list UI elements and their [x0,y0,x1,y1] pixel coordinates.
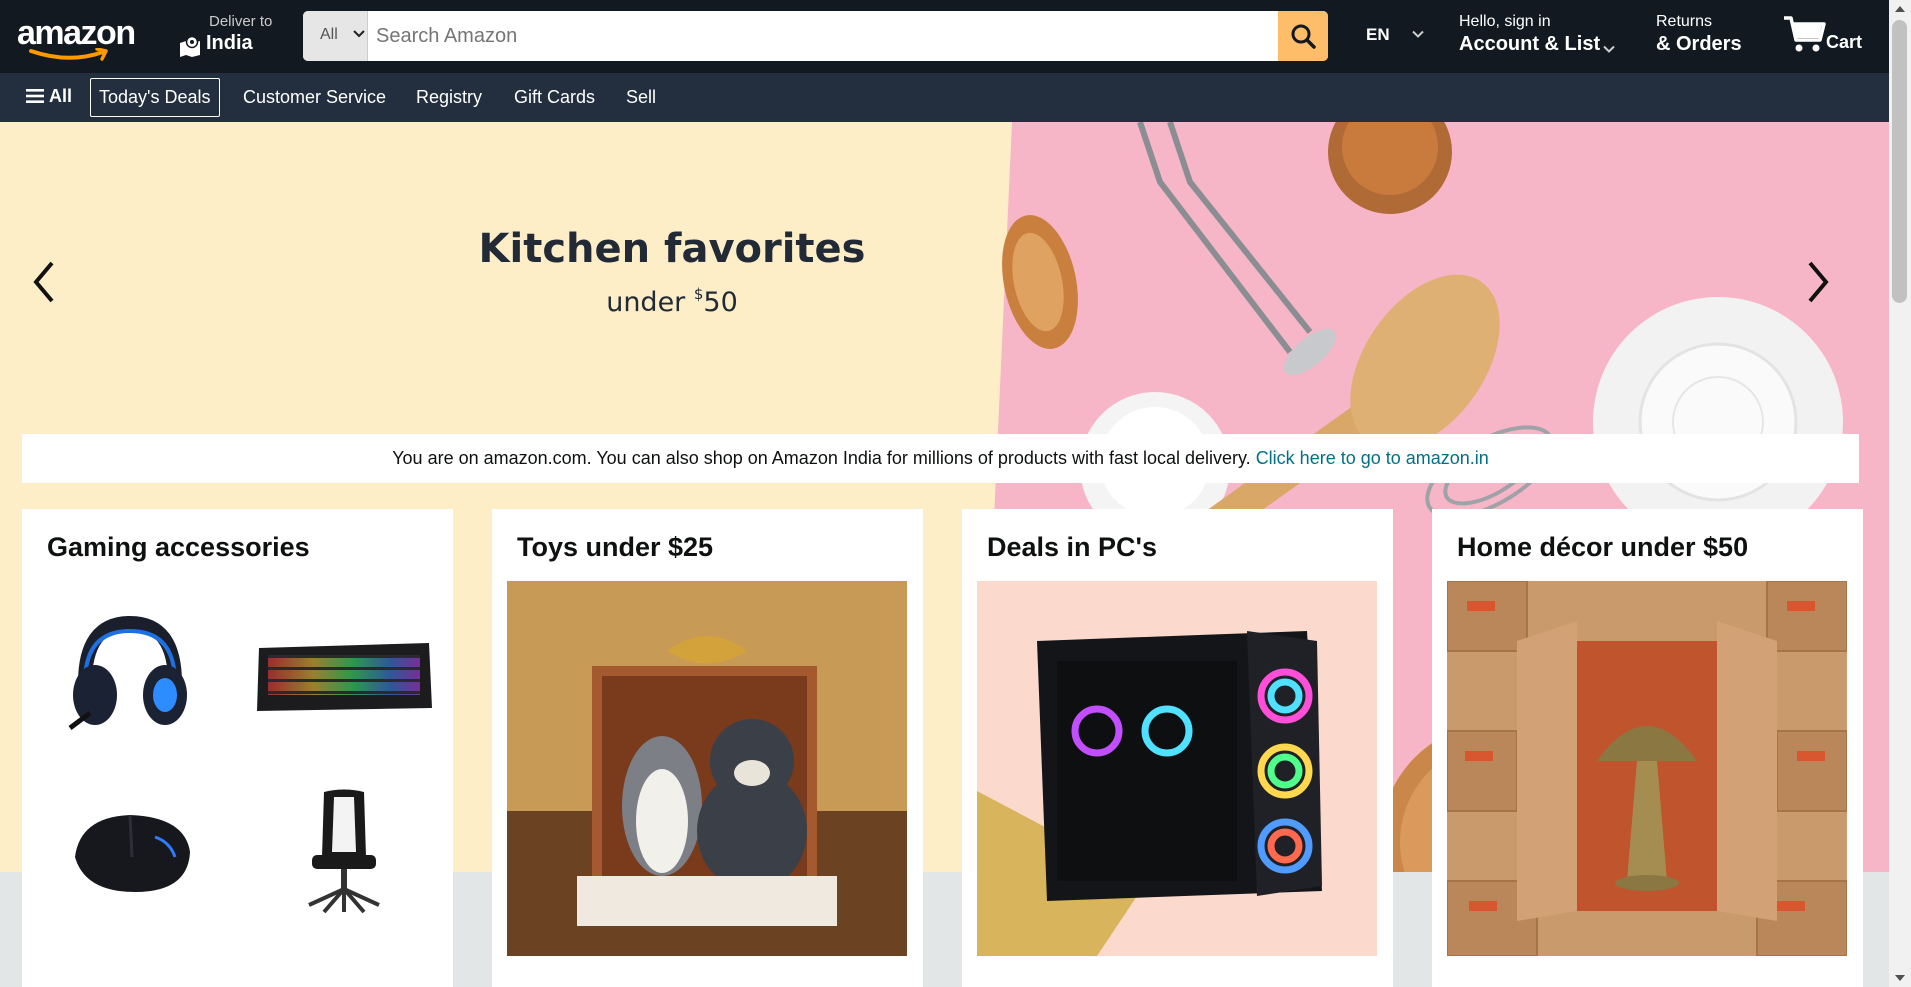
nav-link-gift-cards[interactable]: Gift Cards [514,87,595,108]
returns-orders[interactable]: Returns & Orders [1648,13,1748,61]
orders-label: & Orders [1656,33,1742,55]
hero-subtitle-prefix: under [606,287,694,318]
headset-icon [68,615,187,730]
chevron-left-icon[interactable] [28,257,60,307]
gaming-chair-icon [307,789,380,913]
account-greeting: Hello, sign in [1459,13,1551,30]
keyboard-icon [256,642,432,711]
cart-icon [1784,16,1826,52]
search-category-label: All [320,26,338,43]
card-gaming-accessories[interactable]: Gaming accessories [22,509,453,987]
card-toys-under-25[interactable]: Toys under $25 [492,509,923,987]
secondary-nav: All Today's Deals Customer Service Regis… [0,73,1889,122]
nav-link-sell[interactable]: Sell [626,87,656,108]
smile-icon [29,48,108,61]
language-label: EN [1366,25,1390,44]
account-label: Account & List [1459,33,1601,55]
headset-image[interactable] [37,599,222,746]
deliver-to[interactable]: Deliver to India [176,13,286,59]
card-title: Home décor under $50 [1457,532,1749,562]
location-notice: You are on amazon.com. You can also shop… [22,434,1859,483]
nav-link-todays-deals[interactable]: Today's Deals [90,78,220,117]
plush-toys-icon [507,581,907,956]
card-deals-in-pcs[interactable]: Deals in PC's [962,509,1393,987]
home-decor-image[interactable] [1447,581,1847,956]
returns-label: Returns [1656,13,1713,30]
scrollbar-thumb[interactable] [1892,20,1907,303]
deliver-label: Deliver to [209,13,273,30]
chevron-down-icon [1412,30,1424,38]
scroll-up-icon[interactable] [1894,4,1906,14]
search-icon [1291,24,1316,49]
search-button[interactable] [1278,11,1328,61]
top-nav: amazon Deliver to India All Search Amazo… [0,0,1889,73]
toys-image[interactable] [507,581,907,956]
location-pin-icon [180,35,200,57]
amazon-logo[interactable]: amazon [15,14,147,61]
card-title: Gaming accessories [47,532,310,562]
chevron-right-icon[interactable] [1802,257,1834,307]
language-selector[interactable]: EN [1360,22,1434,50]
mouse-image[interactable] [37,778,222,925]
chevron-down-icon [353,30,365,38]
gaming-pc-image[interactable] [977,581,1377,956]
amazon-india-link[interactable]: Click here to go to amazon.in [1256,448,1489,468]
account-menu[interactable]: Hello, sign in Account & List [1450,13,1620,61]
hero-subtitle-amount: 50 [703,287,738,318]
card-title: Toys under $25 [517,532,714,562]
hero-subtitle: under $50 [372,285,972,318]
all-menu-button[interactable]: All [26,86,72,107]
card-home-decor-under-50[interactable]: Home décor under $50 [1432,509,1863,987]
nav-link-customer-service[interactable]: Customer Service [243,87,386,108]
scroll-down-icon[interactable] [1894,973,1906,983]
keyboard-image[interactable] [251,599,436,746]
all-menu-label: All [49,86,73,106]
mouse-icon [74,814,190,892]
lamp-boxes-icon [1447,581,1847,956]
search-input[interactable] [368,11,1263,61]
cart-label: Cart [1826,32,1863,52]
deliver-location: India [206,32,253,54]
chevron-down-icon [1603,45,1615,53]
card-title: Deals in PC's [987,532,1157,562]
page-scrollbar[interactable] [1889,0,1911,987]
search-bar: All [303,11,1328,61]
notice-text: You are on amazon.com. You can also shop… [392,448,1256,468]
hero-subtitle-currency: $ [693,285,704,303]
hero-title: Kitchen favorites [478,226,866,272]
gaming-chair-image[interactable] [251,778,436,925]
pc-case-icon [977,581,1377,956]
search-category-select[interactable]: All [303,11,368,61]
nav-link-registry[interactable]: Registry [416,87,482,108]
cart-button[interactable]: Cart [1776,10,1886,62]
hamburger-icon [26,89,44,103]
